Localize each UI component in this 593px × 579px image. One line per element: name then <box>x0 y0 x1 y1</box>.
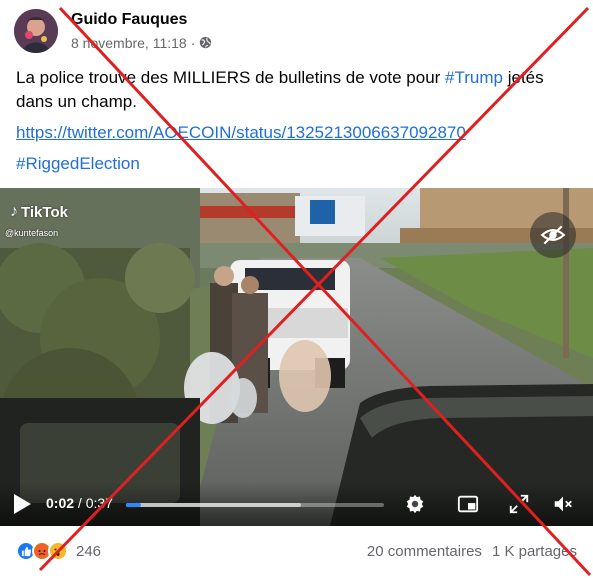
post-date[interactable]: 8 novembre, 11:18 <box>71 33 187 53</box>
eye-slash-icon[interactable] <box>530 212 576 258</box>
globe-icon[interactable] <box>199 36 212 49</box>
video-controls: 0:02 / 0:37 <box>0 482 593 526</box>
comments-count[interactable]: 20 commentaires <box>367 543 482 560</box>
wow-icon <box>48 541 68 561</box>
reactions[interactable]: 246 <box>16 541 101 561</box>
avatar[interactable] <box>14 9 58 53</box>
video-player[interactable]: ♪ TikTok @kuntefason 0:02 / 0:37 <box>0 188 593 526</box>
play-icon[interactable] <box>12 493 32 515</box>
hashtag-riggedelection[interactable]: #RiggedElection <box>16 152 140 176</box>
tiktok-username: @kuntefason <box>5 228 59 238</box>
progress-loaded <box>126 503 302 507</box>
post-header: Guido Fauques 8 novembre, 11:18 · <box>14 8 212 54</box>
video-frame <box>0 188 593 526</box>
shares-count[interactable]: 1 K partages <box>492 543 577 560</box>
tweet-link[interactable]: https://twitter.com/AOECOIN/status/13252… <box>16 121 466 145</box>
tiktok-label: TikTok <box>21 203 68 221</box>
tiktok-watermark: ♪ TikTok <box>10 203 68 221</box>
hashtag-trump[interactable]: #Trump <box>445 68 503 87</box>
picture-in-picture-icon[interactable] <box>457 493 479 515</box>
fullscreen-icon[interactable] <box>508 493 530 515</box>
progress-bar[interactable] <box>126 503 384 507</box>
meta-separator: · <box>190 34 196 51</box>
reaction-count[interactable]: 246 <box>76 543 101 560</box>
total-time: 0:37 <box>85 495 113 511</box>
post-footer: 246 20 commentaires 1 K partages <box>0 532 593 572</box>
post-stats: 20 commentaires 1 K partages <box>367 543 577 560</box>
post-meta: 8 novembre, 11:18 · <box>71 33 212 53</box>
current-time: 0:02 <box>46 495 75 511</box>
time-separator: / <box>74 495 86 511</box>
mute-icon[interactable] <box>552 493 574 515</box>
post-text: La police trouve des MILLIERS de bulleti… <box>16 66 581 114</box>
tiktok-logo-icon: ♪ <box>10 203 18 220</box>
author-name[interactable]: Guido Fauques <box>71 10 212 30</box>
progress-played <box>126 503 142 507</box>
facebook-post: Guido Fauques 8 novembre, 11:18 · La pol… <box>0 0 593 579</box>
video-time: 0:02 / 0:37 <box>46 495 113 511</box>
settings-icon[interactable] <box>404 493 426 515</box>
post-text-start: La police trouve des MILLIERS de bulleti… <box>16 68 446 87</box>
